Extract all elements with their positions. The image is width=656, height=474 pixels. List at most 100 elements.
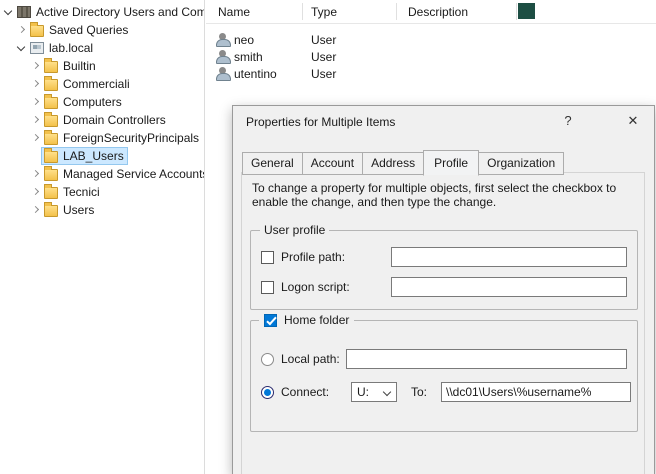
- user-profile-group: User profile Profile path: Logon script:: [250, 230, 638, 310]
- folder-icon: [44, 97, 58, 109]
- list-rows: neoUsersmithUserutentinoUser: [206, 24, 656, 82]
- tree-item-lab-local[interactable]: lab.local: [0, 39, 204, 57]
- folder-icon: [44, 115, 58, 127]
- connect-radio[interactable]: [261, 386, 274, 399]
- expand-chevron[interactable]: [30, 132, 42, 144]
- folder-icon: [44, 61, 58, 73]
- tree-item-label: Builtin: [63, 59, 96, 73]
- expand-chevron[interactable]: [3, 6, 15, 18]
- expand-chevron[interactable]: [30, 204, 42, 216]
- tab-account[interactable]: Account: [302, 152, 363, 175]
- tree-item-label: Users: [63, 203, 94, 217]
- console-tree: Active Directory Users and Computers Save…: [0, 0, 205, 474]
- tree-item-managed-service-accounts[interactable]: Managed Service Accounts: [0, 165, 204, 183]
- tree-item-label: Commerciali: [63, 77, 130, 91]
- tab-general[interactable]: General: [242, 152, 303, 175]
- tab-organization[interactable]: Organization: [478, 152, 564, 175]
- column-header-description[interactable]: Description: [408, 5, 468, 19]
- chevron-down-icon: [384, 389, 391, 396]
- folder-icon: [44, 205, 58, 217]
- to-label: To:: [411, 385, 427, 399]
- tree-item-label: lab.local: [49, 41, 93, 55]
- logon-script-checkbox[interactable]: [261, 281, 274, 294]
- folder-icon: [30, 25, 44, 37]
- cell-type: User: [311, 33, 408, 47]
- user-profile-group-label: User profile: [260, 223, 329, 237]
- column-header-type[interactable]: Type: [311, 5, 337, 19]
- tab-profile[interactable]: Profile: [423, 150, 479, 176]
- profile-path-checkbox[interactable]: [261, 251, 274, 264]
- cell-name: utentino: [234, 67, 311, 81]
- folder-icon: [44, 79, 58, 91]
- column-separator[interactable]: [516, 3, 517, 20]
- expand-chevron[interactable]: [30, 96, 42, 108]
- column-separator[interactable]: [396, 3, 397, 20]
- tree-item-foreignsecurityprincipals[interactable]: ForeignSecurityPrincipals: [0, 129, 204, 147]
- tree-item-lab-users[interactable]: LAB_Users: [0, 147, 204, 165]
- tab-strip: GeneralAccountAddressProfileOrganization: [242, 150, 563, 175]
- connect-label: Connect:: [281, 385, 329, 399]
- tab-page-profile: To change a property for multiple object…: [241, 172, 645, 474]
- logon-script-label: Logon script:: [281, 280, 350, 294]
- folder-icon: [44, 151, 58, 163]
- cell-name: neo: [234, 33, 311, 47]
- expand-chevron[interactable]: [30, 60, 42, 72]
- header-dark-block: [518, 3, 535, 19]
- tree-item-label: Domain Controllers: [63, 113, 166, 127]
- drive-select-value: U:: [357, 385, 369, 399]
- folder-icon: [44, 187, 58, 199]
- tree-item-users[interactable]: Users: [0, 201, 204, 219]
- drive-select[interactable]: U:: [351, 382, 397, 402]
- list-header: Name Type Description: [206, 0, 656, 24]
- home-folder-group: Home folder Local path: Connect: U: To:: [250, 320, 638, 432]
- properties-dialog: Properties for Multiple Items ? ✕ Genera…: [232, 105, 655, 474]
- close-button[interactable]: ✕: [614, 106, 652, 136]
- root-icon: [17, 6, 31, 18]
- tree-item-domain-controllers[interactable]: Domain Controllers: [0, 111, 204, 129]
- tree-item-label: Saved Queries: [49, 23, 128, 37]
- list-item-smith[interactable]: smithUser: [206, 48, 656, 65]
- expand-chevron[interactable]: [30, 168, 42, 180]
- column-separator[interactable]: [302, 3, 303, 20]
- folder-icon: [44, 169, 58, 181]
- list-item-utentino[interactable]: utentinoUser: [206, 65, 656, 82]
- tree-item-label: Managed Service Accounts: [63, 167, 205, 181]
- expand-chevron[interactable]: [16, 42, 28, 54]
- tree-item-active-directory-users-and-computers[interactable]: Active Directory Users and Computers: [0, 3, 204, 21]
- expand-chevron[interactable]: [30, 114, 42, 126]
- expand-chevron[interactable]: [30, 78, 42, 90]
- local-path-radio[interactable]: [261, 353, 274, 366]
- home-folder-label: Home folder: [284, 313, 349, 327]
- user-icon: [216, 50, 229, 64]
- tree-item-computers[interactable]: Computers: [0, 93, 204, 111]
- expand-chevron[interactable]: [16, 24, 28, 36]
- tree-item-label: Tecnici: [63, 185, 100, 199]
- tree-item-tecnici[interactable]: Tecnici: [0, 183, 204, 201]
- tree-item-label: ForeignSecurityPrincipals: [63, 131, 199, 145]
- local-path-input[interactable]: [346, 349, 627, 369]
- tree-item-builtin[interactable]: Builtin: [0, 57, 204, 75]
- logon-script-input[interactable]: [391, 277, 627, 297]
- home-folder-checkbox[interactable]: [264, 314, 277, 327]
- profile-path-input[interactable]: [391, 247, 627, 267]
- tree-item-saved-queries[interactable]: Saved Queries: [0, 21, 204, 39]
- local-path-label: Local path:: [281, 352, 340, 366]
- tree-item-label: LAB_Users: [63, 149, 124, 163]
- expand-chevron[interactable]: [30, 186, 42, 198]
- aduc-console-window: Active Directory Users and Computers Save…: [0, 0, 656, 474]
- instruction-text: enable the change, and then type the cha…: [252, 195, 496, 209]
- instruction-text: To change a property for multiple object…: [252, 181, 616, 195]
- expand-chevron: [30, 150, 42, 162]
- tree-item-label: Active Directory Users and Computers: [36, 5, 205, 19]
- list-item-neo[interactable]: neoUser: [206, 31, 656, 48]
- folder-icon: [44, 133, 58, 145]
- dialog-title: Properties for Multiple Items: [246, 115, 395, 129]
- profile-path-label: Profile path:: [281, 250, 345, 264]
- user-icon: [216, 67, 229, 81]
- home-path-input[interactable]: [441, 382, 631, 402]
- tab-address[interactable]: Address: [362, 152, 424, 175]
- column-header-name[interactable]: Name: [218, 5, 250, 19]
- cell-name: smith: [234, 50, 311, 64]
- tree-item-commerciali[interactable]: Commerciali: [0, 75, 204, 93]
- help-button[interactable]: ?: [553, 106, 583, 136]
